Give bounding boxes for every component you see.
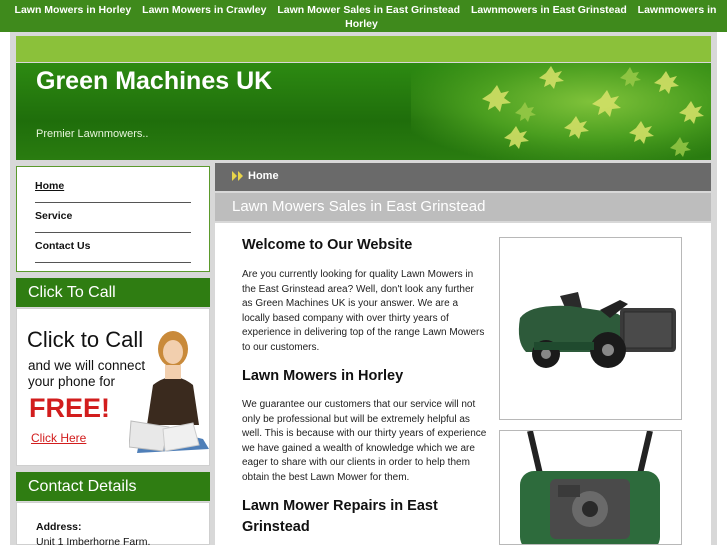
- ride-on-mower-drawing: [518, 292, 676, 368]
- address-line: Unit 1 Imberhorne Farm,: [36, 536, 151, 545]
- top-link-sales-east-grinstead[interactable]: Lawn Mower Sales in East Grinstead: [277, 4, 460, 16]
- push-mower-drawing: [520, 431, 660, 544]
- top-nav: Lawn Mowers in Horley Lawn Mowers in Cra…: [0, 3, 727, 31]
- sidebar-nav: Home Service Contact Us: [16, 166, 210, 272]
- top-link-horley[interactable]: Lawn Mowers in Horley: [15, 4, 132, 16]
- double-chevron-icon: [232, 171, 243, 181]
- main-content: Welcome to Our Website Are you currently…: [215, 223, 711, 545]
- horley-paragraph: We guarantee our customers that our serv…: [242, 399, 487, 483]
- welcome-paragraph: Are you currently looking for quality La…: [242, 269, 485, 353]
- horley-heading: Lawn Mowers in Horley: [242, 368, 404, 384]
- push-mower-image: [499, 430, 682, 545]
- ride-on-mower-image: [499, 237, 682, 420]
- welcome-heading: Welcome to Our Website: [242, 237, 413, 253]
- top-link-crawley[interactable]: Lawn Mowers in Crawley: [142, 4, 266, 16]
- woman-with-laptop-image: [129, 331, 209, 453]
- breadcrumb: Home: [215, 163, 711, 191]
- breadcrumb-home[interactable]: Home: [248, 170, 279, 182]
- call-banner-free: FREE!: [29, 393, 110, 423]
- repairs-heading: Lawn Mower Repairs in East Grinstead: [242, 498, 438, 535]
- top-link-lawnmowers-east-grinstead[interactable]: Lawnmowers in East Grinstead: [471, 4, 627, 16]
- contact-details-heading: Contact Details: [16, 472, 210, 501]
- sidebar-item-contact-us[interactable]: Contact Us: [35, 233, 191, 263]
- address-label: Address:: [36, 521, 82, 533]
- site-header: Green Machines UK Premier Lawnmowers..: [16, 63, 711, 160]
- sidebar-item-home[interactable]: Home: [35, 173, 191, 203]
- site-tagline: Premier Lawnmowers..: [36, 128, 149, 140]
- call-banner-title: Click to Call: [27, 327, 144, 352]
- click-here-link[interactable]: Click Here: [31, 431, 86, 445]
- page-title: Lawn Mowers Sales in East Grinstead: [215, 193, 711, 221]
- click-to-call-heading: Click To Call: [16, 278, 210, 307]
- click-to-call-banner[interactable]: Click to Call and we will connect your p…: [16, 308, 210, 466]
- contact-details-panel: Address: Unit 1 Imberhorne Farm,: [16, 502, 210, 545]
- site-title: Green Machines UK: [36, 67, 273, 95]
- header-stripe: [16, 36, 711, 62]
- sidebar-item-service[interactable]: Service: [35, 203, 191, 233]
- leaves-decoration: [482, 66, 704, 157]
